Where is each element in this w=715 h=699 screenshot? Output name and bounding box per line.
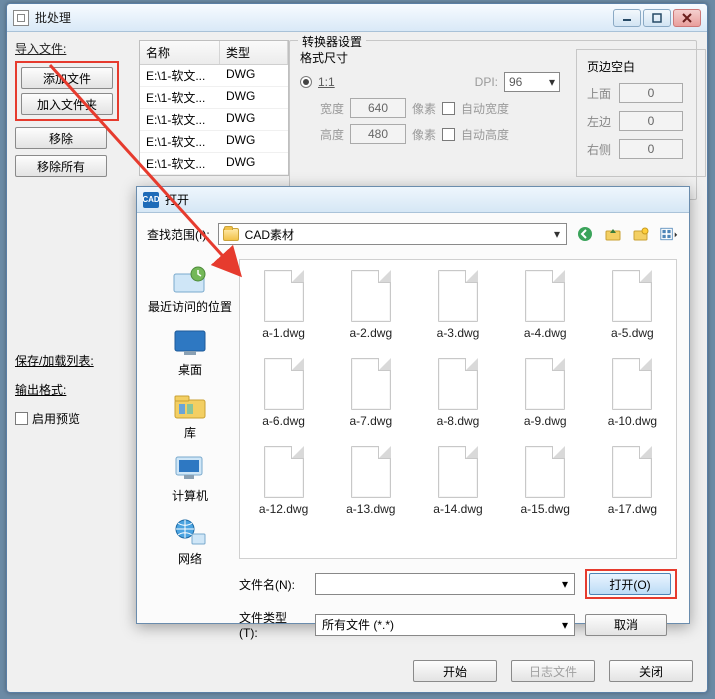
place-library[interactable]: 库 <box>147 385 233 446</box>
filename-label: 文件名(N): <box>239 576 305 593</box>
file-item[interactable]: a-10.dwg <box>595 358 670 428</box>
file-item[interactable]: a-12.dwg <box>246 446 321 516</box>
file-browser[interactable]: a-1.dwga-2.dwga-3.dwga-4.dwga-5.dwg a-6.d… <box>239 259 677 559</box>
width-input[interactable]: 640 <box>350 98 406 118</box>
table-row[interactable]: E:\1-软文...DWG <box>140 153 288 175</box>
document-icon <box>438 358 478 410</box>
auto-height-checkbox[interactable] <box>442 128 455 141</box>
document-icon <box>525 358 565 410</box>
filename-input[interactable] <box>315 573 575 595</box>
file-item[interactable]: a-8.dwg <box>420 358 495 428</box>
document-icon <box>351 446 391 498</box>
document-icon <box>264 358 304 410</box>
file-item[interactable]: a-17.dwg <box>595 446 670 516</box>
add-folder-button[interactable]: 加入文件夹 <box>21 93 113 115</box>
file-item[interactable]: a-14.dwg <box>420 446 495 516</box>
document-icon <box>525 270 565 322</box>
remove-button[interactable]: 移除 <box>15 127 107 149</box>
up-folder-icon[interactable] <box>603 224 623 244</box>
file-item[interactable]: a-6.dwg <box>246 358 321 428</box>
lookin-label: 查找范围(I): <box>147 226 210 243</box>
ratio-radio[interactable] <box>300 76 312 88</box>
file-item[interactable]: a-5.dwg <box>595 270 670 340</box>
file-item[interactable]: a-13.dwg <box>333 446 408 516</box>
add-buttons-highlight: 添加文件 加入文件夹 <box>15 61 119 121</box>
document-icon <box>438 270 478 322</box>
open-button[interactable]: 打开(O) <box>589 573 671 595</box>
place-desktop[interactable]: 桌面 <box>147 322 233 383</box>
minimize-button[interactable] <box>613 9 641 27</box>
format-size-title: 格式尺寸 <box>300 49 560 66</box>
table-row[interactable]: E:\1-软文...DWG <box>140 109 288 131</box>
open-titlebar[interactable]: CAD 打开 <box>137 187 689 213</box>
file-item[interactable]: a-9.dwg <box>508 358 583 428</box>
filetype-label: 文件类型(T): <box>239 609 305 640</box>
back-icon[interactable] <box>575 224 595 244</box>
place-network[interactable]: 网络 <box>147 511 233 572</box>
table-row[interactable]: E:\1-软文...DWG <box>140 131 288 153</box>
open-dialog: CAD 打开 查找范围(I): CAD素材 最近访问的位置 桌面 <box>136 186 690 624</box>
file-item[interactable]: a-15.dwg <box>508 446 583 516</box>
page-margin-group: 页边空白 上面0 左边0 右侧0 <box>576 49 706 177</box>
close-main-button[interactable]: 关闭 <box>609 660 693 682</box>
lookin-combo[interactable]: CAD素材 <box>218 223 567 245</box>
filetype-select[interactable]: 所有文件 (*.*) <box>315 614 575 636</box>
converter-settings-title: 转换器设置 <box>298 33 366 50</box>
add-file-button[interactable]: 添加文件 <box>21 67 113 89</box>
place-recent[interactable]: 最近访问的位置 <box>147 259 233 320</box>
close-button[interactable] <box>673 9 701 27</box>
margin-left-input[interactable]: 0 <box>619 111 683 131</box>
view-menu-icon[interactable] <box>659 224 679 244</box>
file-item[interactable]: a-4.dwg <box>508 270 583 340</box>
app-icon <box>13 10 29 26</box>
col-type[interactable]: 类型 <box>220 41 288 64</box>
enable-preview-checkbox[interactable]: 启用预览 <box>15 410 94 427</box>
auto-width-checkbox[interactable] <box>442 102 455 115</box>
document-icon <box>525 446 565 498</box>
file-item[interactable]: a-1.dwg <box>246 270 321 340</box>
document-icon <box>351 358 391 410</box>
table-row[interactable]: E:\1-软文...DWG <box>140 87 288 109</box>
open-title: 打开 <box>165 191 189 208</box>
new-folder-icon[interactable] <box>631 224 651 244</box>
document-icon <box>612 446 652 498</box>
margin-top-input[interactable]: 0 <box>619 83 683 103</box>
file-item[interactable]: a-7.dwg <box>333 358 408 428</box>
document-icon <box>438 446 478 498</box>
open-app-icon: CAD <box>143 192 159 208</box>
maximize-button[interactable] <box>643 9 671 27</box>
margin-right-input[interactable]: 0 <box>619 139 683 159</box>
cancel-button[interactable]: 取消 <box>585 614 667 636</box>
file-item[interactable]: a-2.dwg <box>333 270 408 340</box>
folder-icon <box>223 228 239 241</box>
document-icon <box>264 270 304 322</box>
document-icon <box>612 270 652 322</box>
log-file-button[interactable]: 日志文件 <box>511 660 595 682</box>
places-bar: 最近访问的位置 桌面 库 计算机 网络 <box>147 259 233 611</box>
dpi-select[interactable]: 96 <box>504 72 560 92</box>
start-button[interactable]: 开始 <box>413 660 497 682</box>
place-computer[interactable]: 计算机 <box>147 448 233 509</box>
remove-all-button[interactable]: 移除所有 <box>15 155 107 177</box>
save-load-label: 保存/加载列表: <box>15 352 94 369</box>
file-list-table[interactable]: 名称 类型 E:\1-软文...DWGE:\1-软文...DWGE:\1-软文.… <box>139 40 289 176</box>
height-input[interactable]: 480 <box>350 124 406 144</box>
table-row[interactable]: E:\1-软文...DWG <box>140 65 288 87</box>
document-icon <box>351 270 391 322</box>
col-name[interactable]: 名称 <box>140 41 220 64</box>
file-item[interactable]: a-3.dwg <box>420 270 495 340</box>
document-icon <box>264 446 304 498</box>
titlebar[interactable]: 批处理 <box>7 4 707 32</box>
document-icon <box>612 358 652 410</box>
open-button-highlight: 打开(O) <box>585 569 677 599</box>
checkbox-icon <box>15 412 28 425</box>
output-format-label: 输出格式: <box>15 381 94 398</box>
window-title: 批处理 <box>35 9 613 26</box>
